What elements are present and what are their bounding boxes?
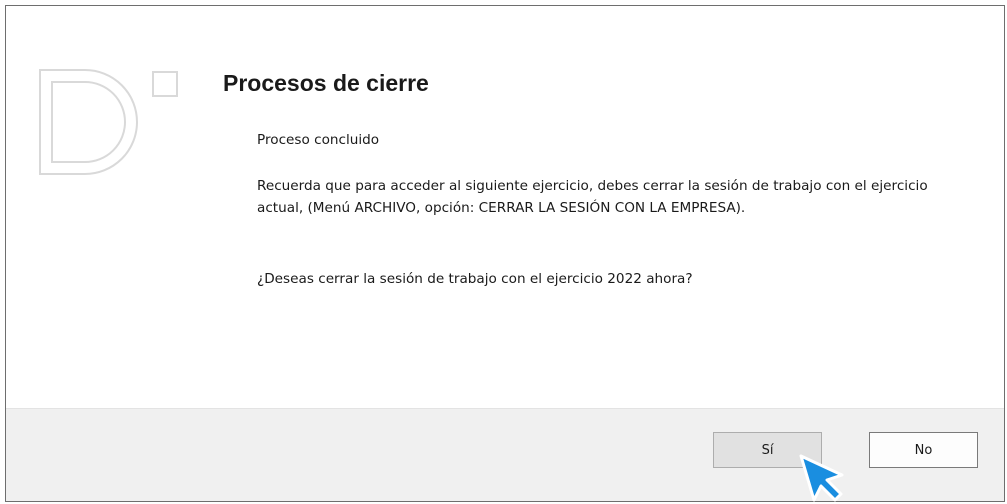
question-message: ¿Deseas cerrar la sesión de trabajo con … (257, 271, 693, 287)
status-message: Proceso concluido (257, 132, 380, 148)
d-logo-icon (39, 69, 178, 175)
mouse-pointer-icon (799, 454, 844, 502)
info-message: Recuerda que para acceder al siguiente e… (257, 178, 928, 216)
button-bar (6, 408, 1004, 501)
no-button[interactable]: No (869, 432, 978, 468)
dialog-title: Procesos de cierre (223, 70, 429, 96)
